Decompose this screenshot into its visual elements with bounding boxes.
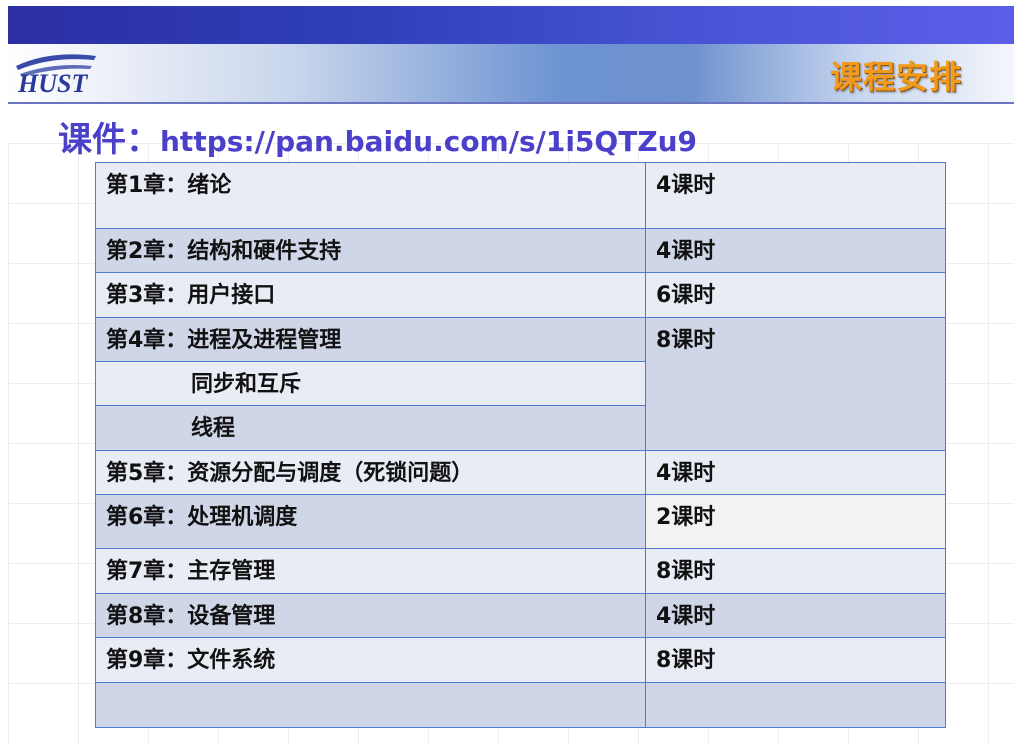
- table-row: 第7章：主存管理 8课时: [95, 548, 946, 594]
- hours-cell: 8课时: [645, 317, 946, 451]
- topic-cell: [95, 682, 646, 728]
- hours-cell: 8课时: [645, 637, 946, 683]
- hours-cell: 6课时: [645, 272, 946, 318]
- courseware-line: 课件：https://pan.baidu.com/s/1i5QTZu9: [58, 112, 697, 161]
- topic-cell: 第6章：处理机调度: [95, 494, 646, 549]
- hours-cell: 4课时: [645, 228, 946, 273]
- courseware-label: 课件：: [58, 120, 160, 160]
- table-row: [95, 682, 946, 728]
- hours-cell: 4课时: [645, 162, 946, 229]
- hours-cell: 8课时: [645, 548, 946, 594]
- topic-cell: 第2章：结构和硬件支持: [95, 228, 646, 273]
- section-title: 课程安排: [829, 58, 962, 96]
- topic-cell: 第7章：主存管理: [95, 548, 646, 594]
- topic-cell: 第9章：文件系统: [95, 637, 646, 683]
- table-row: 第9章：文件系统 8课时: [95, 637, 946, 683]
- hours-cell: 2课时: [645, 494, 946, 549]
- topic-cell: 第4章：进程及进程管理: [95, 317, 646, 362]
- table-row: 第6章：处理机调度 2课时: [95, 494, 946, 549]
- table-row: 第5章：资源分配与调度（死锁问题） 4课时: [95, 450, 946, 495]
- topic-cell: 第5章：资源分配与调度（死锁问题）: [95, 450, 646, 495]
- svg-text:HUST: HUST: [17, 69, 88, 98]
- table-row: 第8章：设备管理 4课时: [95, 593, 946, 638]
- header-divider: [8, 102, 1014, 104]
- hours-cell: 4课时: [645, 593, 946, 638]
- topic-cell: 第1章：绪论: [95, 162, 646, 229]
- topic-cell: 线程: [95, 405, 646, 451]
- hours-cell: 4课时: [645, 450, 946, 495]
- topic-cell: 第8章：设备管理: [95, 593, 646, 638]
- topic-cell: 第3章：用户接口: [95, 272, 646, 318]
- courseware-link[interactable]: https://pan.baidu.com/s/1i5QTZu9: [160, 125, 697, 158]
- table-row: 第1章：绪论 4课时: [95, 162, 946, 229]
- top-title-bar: [8, 6, 1014, 44]
- table-row: 第3章：用户接口 6课时: [95, 272, 946, 318]
- hours-cell: [645, 682, 946, 728]
- hust-logo-icon: HUST: [16, 54, 96, 98]
- course-schedule-table: 第1章：绪论 4课时 第2章：结构和硬件支持 4课时 第3章：用户接口 6课时 …: [95, 162, 946, 728]
- topic-cell: 同步和互斥: [95, 361, 646, 406]
- table-row: 第2章：结构和硬件支持 4课时: [95, 228, 946, 273]
- table-row: 第4章：进程及进程管理 8课时: [95, 317, 946, 451]
